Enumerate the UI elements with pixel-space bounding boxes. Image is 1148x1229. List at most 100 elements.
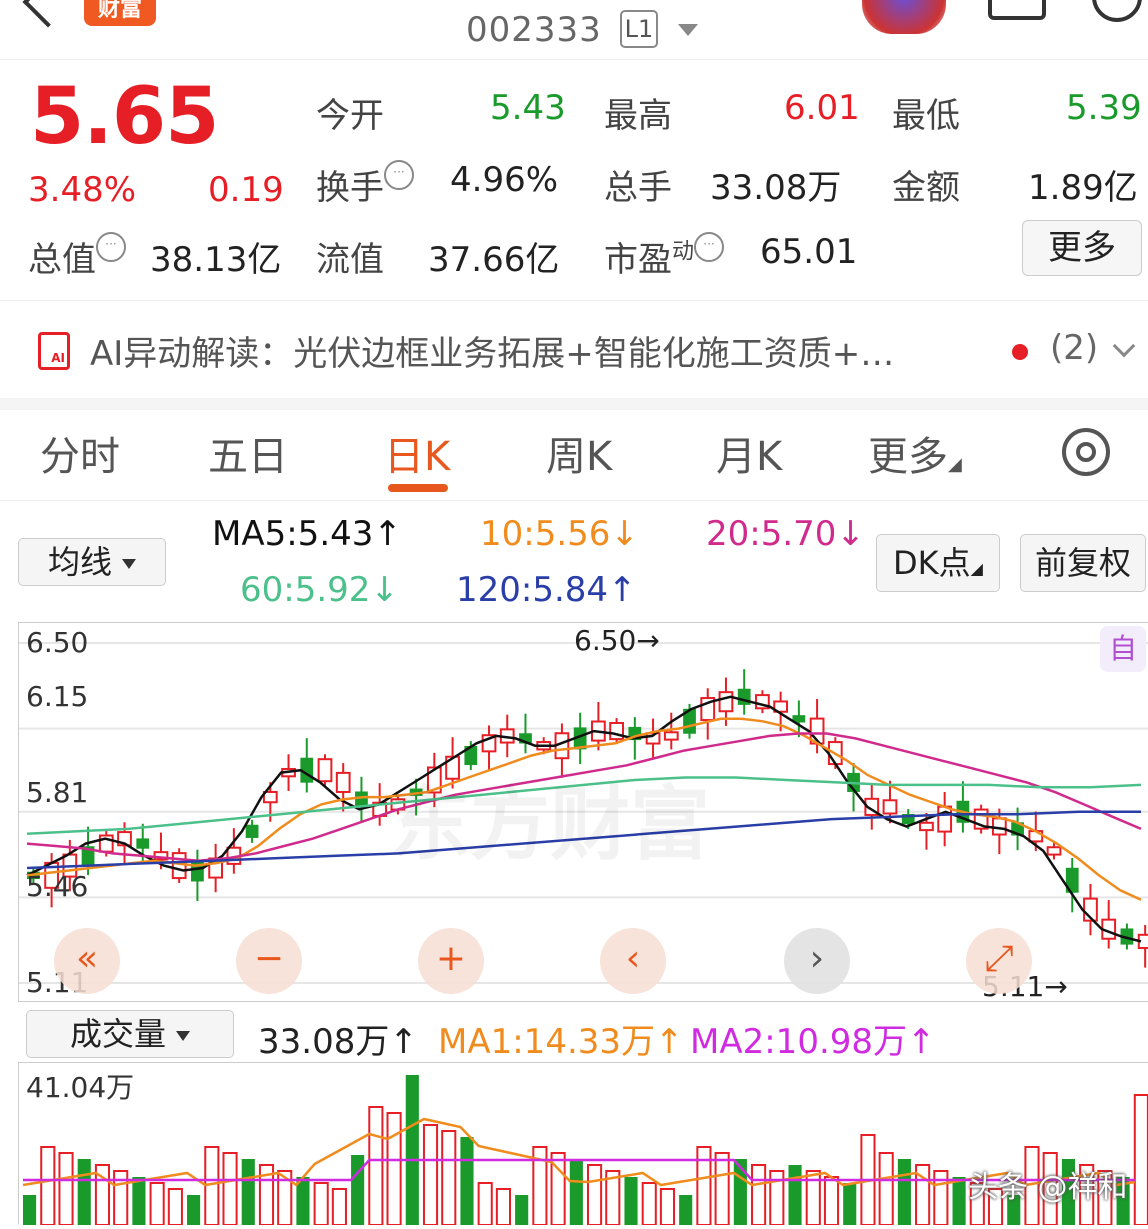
low-label: 最低 (892, 96, 960, 136)
ma-select[interactable]: 均线 (18, 538, 166, 586)
ma60-value: 60:5.92↓ (240, 570, 399, 610)
volume-bar (641, 1182, 657, 1226)
high-label: 最高 (604, 96, 672, 136)
volume-bar (788, 1165, 802, 1225)
y-tick-label: 6.15 (26, 680, 89, 713)
zoom-in-icon[interactable]: + (418, 928, 484, 994)
mktcap-value: 38.13亿 (150, 240, 282, 280)
pe-label: 市盈动 ··· (604, 232, 725, 281)
open-value: 5.43 (490, 88, 566, 128)
divider (0, 500, 1148, 501)
avatar[interactable] (862, 0, 946, 34)
vol-ma2-value: MA2:10.98万↑ (690, 1022, 936, 1062)
volume-bar (679, 1195, 693, 1225)
volume-max-label: 41.04万 (26, 1071, 135, 1104)
ma10-value: 10:5.56↓ (480, 514, 639, 554)
tab-monthly-k[interactable]: 月K (716, 424, 782, 482)
dk-button[interactable]: DK点◢ (876, 534, 1000, 592)
volume-bar (386, 1112, 402, 1226)
candle (737, 669, 751, 715)
change-percent: 3.48% (28, 170, 137, 210)
level-badge: L1 (620, 10, 658, 48)
tab-daily-k[interactable]: 日K (384, 424, 450, 482)
candle (1083, 883, 1098, 936)
pe-value: 65.01 (760, 232, 858, 272)
tab-weekly-k[interactable]: 周K (546, 424, 612, 482)
info-icon[interactable]: ··· (384, 160, 414, 190)
zoom-out-icon[interactable]: − (236, 928, 302, 994)
candle (973, 804, 989, 834)
float-label: 流值 (316, 240, 384, 280)
candle (700, 688, 716, 740)
volume-bar (823, 1176, 840, 1226)
watermark: 东方财富 (390, 778, 710, 871)
mktcap-label: 总值 ··· (28, 232, 126, 281)
tab-five-day[interactable]: 五日 (208, 424, 288, 482)
volume-bar (477, 1182, 493, 1226)
info-icon[interactable]: ··· (694, 232, 725, 262)
candle (519, 713, 532, 754)
volume-bar (149, 1182, 165, 1226)
fullscreen-icon[interactable]: ⤢ (966, 928, 1032, 994)
indicator-select[interactable]: 成交量 (26, 1010, 234, 1058)
tab-intraday[interactable]: 分时 (40, 424, 120, 482)
back-icon[interactable] (22, 0, 74, 28)
volume-bar (313, 1182, 329, 1226)
volume-bar (843, 1183, 857, 1225)
chevron-down-icon (176, 1031, 190, 1041)
volume-bar (167, 1188, 183, 1226)
low-value: 5.39 (1066, 88, 1142, 128)
tab-indicator (388, 484, 448, 492)
volume-bar (659, 1188, 676, 1226)
credit-watermark: 头条 @祥和 (968, 1170, 1128, 1205)
ma5-value: MA5:5.43↑ (212, 514, 402, 554)
volume-bar (952, 1177, 966, 1225)
change-amount: 0.19 (208, 170, 284, 210)
volume-bar (587, 1164, 603, 1226)
unread-dot (1012, 344, 1028, 360)
amount-label: 金额 (892, 168, 960, 208)
volume-bar (222, 1152, 238, 1226)
volume-bar (878, 1152, 894, 1226)
scroll-left-fast-icon[interactable]: « (54, 928, 120, 994)
info-icon[interactable]: ··· (96, 232, 126, 262)
volume-bar (515, 1195, 529, 1225)
stock-code[interactable]: 002333 (466, 10, 602, 50)
ai-banner[interactable]: AI AI异动解读：光伏边框业务拓展+智能化施工资质+… (2) (0, 302, 1148, 398)
search-icon[interactable] (1092, 0, 1142, 22)
volume-bar (624, 1177, 638, 1225)
vol-ma1-value: MA1:14.33万↑ (438, 1022, 684, 1062)
volume-bar (331, 1188, 347, 1226)
divider (0, 398, 1148, 410)
chevron-left-icon[interactable]: ‹ (600, 928, 666, 994)
candle (591, 701, 606, 751)
adjust-button[interactable]: 前复权 (1020, 534, 1146, 592)
chevron-right-icon[interactable]: › (784, 928, 850, 994)
chevron-down-icon[interactable] (1112, 334, 1136, 358)
candle (1101, 900, 1117, 949)
candle (171, 848, 187, 883)
volume-bar (405, 1075, 419, 1225)
chevron-down-icon[interactable] (678, 24, 698, 36)
gear-icon[interactable] (1062, 428, 1110, 476)
current-price: 5.65 (30, 72, 219, 162)
candle (755, 690, 770, 714)
auto-flag[interactable]: 自 (1100, 626, 1146, 672)
ai-count: (2) (1050, 328, 1099, 368)
divider (0, 300, 1148, 301)
volume-bar (368, 1106, 384, 1226)
message-icon[interactable] (988, 0, 1046, 20)
volume-bar (422, 1124, 439, 1226)
candle (355, 776, 368, 823)
volume-bar (751, 1164, 767, 1226)
y-tick-label: 5.46 (26, 870, 89, 903)
candle (645, 718, 661, 759)
float-value: 37.66亿 (428, 240, 560, 280)
volume-bar (132, 1177, 146, 1225)
more-button[interactable]: 更多 (1022, 220, 1142, 276)
volume-bar (441, 1130, 457, 1226)
volume-bar (351, 1155, 365, 1225)
tab-more[interactable]: 更多◢ (868, 424, 962, 482)
amount-value: 1.89亿 (1028, 168, 1138, 208)
top-bar: 财富 002333 L1 (0, 0, 1148, 60)
